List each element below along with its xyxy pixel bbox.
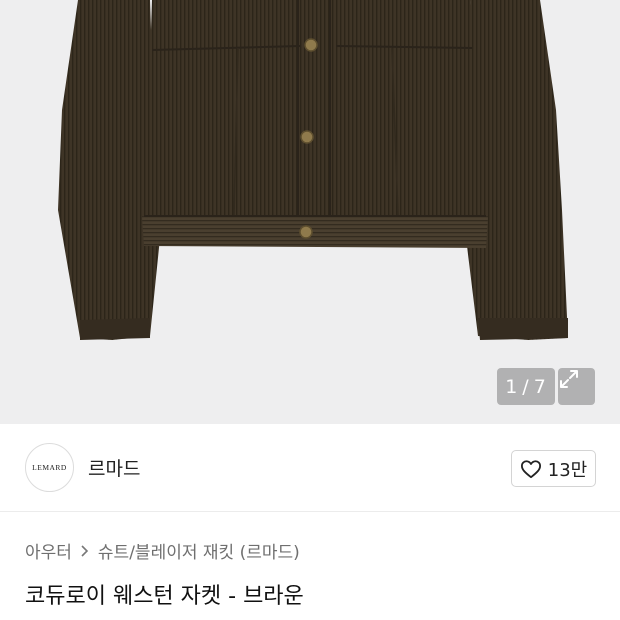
breadcrumb-subcategory[interactable]: 슈트/블레이저 재킷 (르마드) — [98, 538, 300, 563]
brand-row: LEMARD 르마드 13만 — [0, 424, 620, 512]
brand-logo[interactable]: LEMARD — [25, 443, 74, 492]
like-count: 13만 — [547, 459, 588, 481]
chevron-right-icon — [80, 544, 90, 558]
product-image — [58, 0, 568, 340]
image-counter-current: 1 — [505, 375, 519, 398]
heart-icon — [520, 459, 541, 478]
expand-image-button[interactable] — [558, 368, 595, 405]
product-title: 코듀로이 웨스턴 자켓 - 브라운 — [25, 584, 304, 609]
brand-name[interactable]: 르마드 — [88, 454, 140, 481]
image-counter: 1 / 7 — [497, 368, 555, 405]
image-counter-total: 7 — [533, 375, 547, 398]
breadcrumb-category[interactable]: 아우터 — [25, 538, 72, 563]
breadcrumb: 아우터 슈트/블레이저 재킷 (르마드) — [25, 538, 300, 563]
expand-icon — [560, 370, 578, 388]
product-image-gallery[interactable]: 1 / 7 — [0, 0, 620, 424]
image-counter-separator: / — [522, 375, 530, 398]
like-button[interactable]: 13만 — [511, 450, 596, 487]
brand-logo-text: LEMARD — [32, 463, 67, 472]
